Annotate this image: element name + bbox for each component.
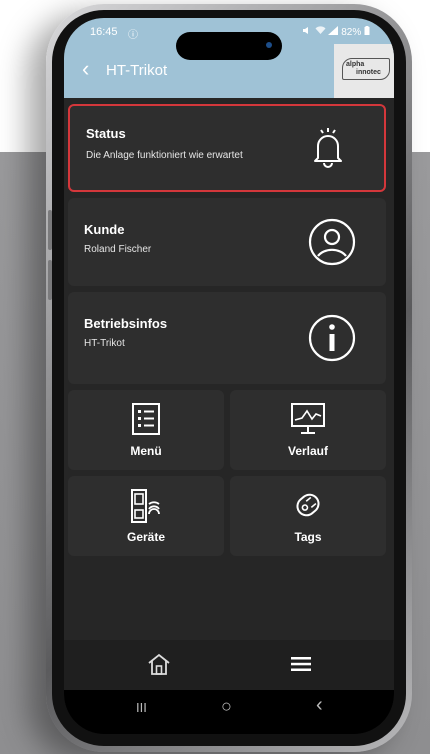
volume-up-button [48,210,52,250]
system-navigation-bar: III ○ ‹ [64,690,394,734]
tile-tags-label: Tags [294,530,322,544]
tag-icon [291,488,325,527]
mute-icon [302,27,315,38]
recents-button[interactable]: III [136,700,147,715]
tile-tags[interactable]: Tags [230,476,386,556]
tile-history[interactable]: Verlauf [230,390,386,470]
tile-history-label: Verlauf [287,444,329,458]
operating-info-subtitle: HT-Trikot [84,338,125,349]
status-subtitle: Die Anlage funktioniert wie erwartet [86,150,243,161]
customer-name: Roland Fischer [84,244,152,255]
bottom-navigation [64,640,394,690]
hamburger-icon[interactable] [290,656,312,677]
battery-icon [364,26,370,38]
tile-devices-label: Geräte [126,530,166,544]
phone-screen: 16:45 ⓘ 82% ‹ HT-Trikot alpha innotec St… [64,18,394,734]
bell-alert-icon [312,126,344,173]
alpha-innotec-logo: alpha innotec [334,44,394,98]
info-circle-icon [308,314,356,367]
device-wireless-icon [129,488,163,529]
status-right: 82% [302,26,370,38]
tile-devices[interactable]: Geräte [68,476,224,556]
status-title: Status [86,126,126,141]
wifi-icon [315,26,329,38]
page-title: HT-Trikot [106,62,168,79]
home-icon[interactable] [146,652,172,681]
status-time: 16:45 [90,26,118,38]
tile-menu-label: Menü [130,444,162,458]
system-back-button[interactable]: ‹ [316,694,323,717]
list-document-icon [131,402,161,441]
tile-menu[interactable]: Menü [68,390,224,470]
volume-down-button [48,260,52,300]
customer-title: Kunde [84,222,125,237]
system-home-button[interactable]: ○ [221,696,232,717]
battery-percent: 82% [341,27,362,38]
signal-icon [328,26,341,38]
person-circle-icon [308,218,356,271]
dynamic-island [176,32,282,60]
monitor-chart-icon [290,402,326,441]
back-button[interactable]: ‹ [82,58,89,80]
operating-info-title: Betriebsinfos [84,316,168,331]
operating-info-card[interactable]: Betriebsinfos HT-Trikot [68,292,386,384]
status-card[interactable]: Status Die Anlage funktioniert wie erwar… [68,104,386,192]
customer-card[interactable]: Kunde Roland Fischer [68,198,386,286]
info-notification-icon: ⓘ [128,30,138,41]
